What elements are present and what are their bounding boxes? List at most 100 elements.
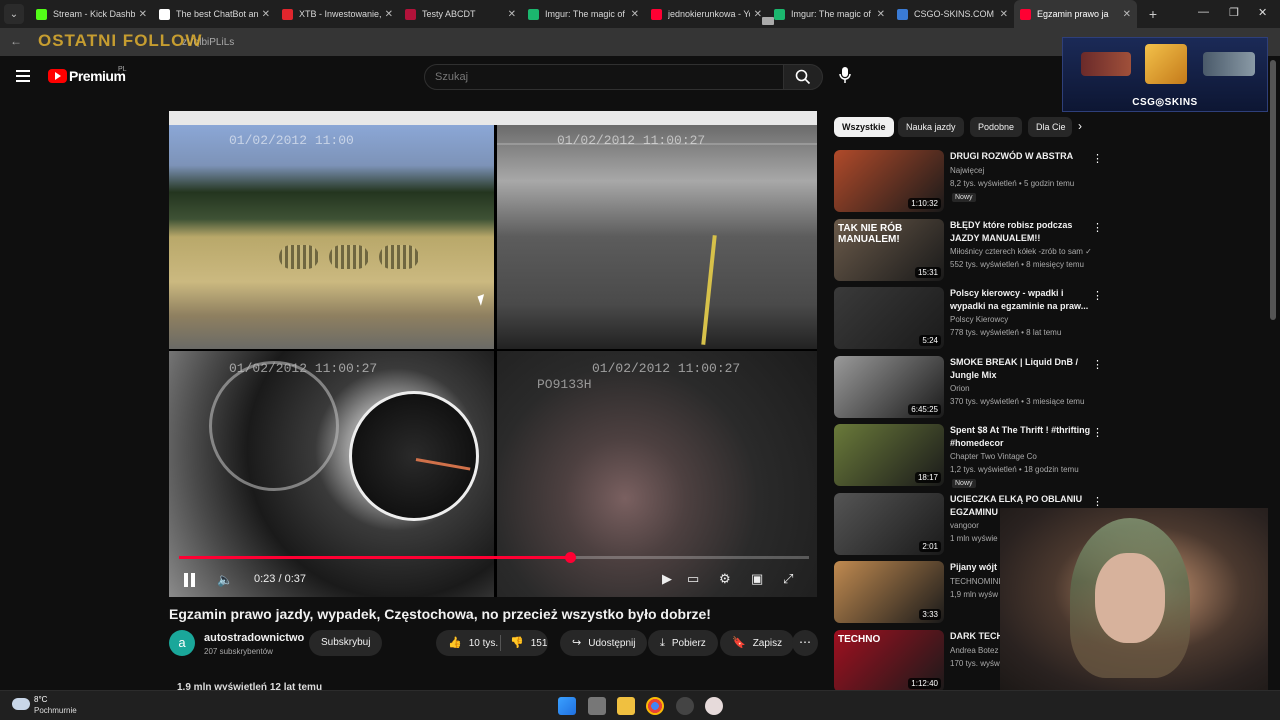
browser-tab[interactable]: The best ChatBot and ✕ <box>153 0 276 28</box>
autoplay-toggle-icon[interactable]: ▶ <box>662 571 672 587</box>
dislike-button[interactable]: 👎 151 <box>506 630 551 656</box>
obs-icon[interactable] <box>676 697 694 715</box>
recommended-video[interactable]: TAK NIE RÓB MANUALEM! 15:31 BŁĘDY które ro… <box>834 218 1104 283</box>
keyboard-icon[interactable] <box>762 17 774 25</box>
tab-close-icon[interactable]: ✕ <box>631 9 639 20</box>
osd-timestamp-1: 01/02/2012 11:00 <box>229 133 354 148</box>
video-thumbnail[interactable]: TAK NIE RÓB MANUALEM! 15:31 <box>834 218 944 281</box>
channel-name[interactable]: autostradownictwo <box>204 632 304 644</box>
video-player[interactable]: 01/02/2012 11:00 01/02/2012 11:00:27 01/… <box>169 111 817 597</box>
tab-close-icon[interactable]: ✕ <box>262 9 270 20</box>
recommended-channel[interactable]: Najwięcej <box>950 166 984 175</box>
recommended-title[interactable]: Spent $8 At The Thrift ! #thrifting #hom… <box>950 424 1092 450</box>
recommended-meta: 370 tys. wyświetleń • 3 miesiące temu <box>950 396 1085 406</box>
recommended-channel[interactable]: Miłośnicy czterech kółek -zrób to sam ✓ <box>950 247 1092 256</box>
theater-mode-icon[interactable]: ▣ <box>751 571 763 587</box>
voice-search-button[interactable] <box>838 66 858 88</box>
recommended-title[interactable]: SMOKE BREAK | Liquid DnB / Jungle Mix <box>950 356 1092 382</box>
windows-start-icon[interactable] <box>558 697 576 715</box>
weather-temperature[interactable]: 8°C <box>34 695 47 704</box>
tab-close-icon[interactable]: ✕ <box>508 9 516 20</box>
browser-tab[interactable]: jednokierunkowa - Yo ✕ <box>645 0 768 28</box>
kebab-menu-icon[interactable]: ⋮ <box>1092 289 1103 302</box>
tab-close-icon[interactable]: ✕ <box>139 9 147 20</box>
filter-chip[interactable]: Wszystkie <box>834 117 894 137</box>
video-thumbnail[interactable]: 3:33 <box>834 561 944 623</box>
search-button[interactable] <box>783 64 823 90</box>
minimize-icon[interactable]: — <box>1198 6 1209 18</box>
recommended-channel[interactable]: Andrea Botez <box>950 646 998 655</box>
tab-search-icon[interactable]: ⌄ <box>4 4 24 24</box>
app-icon[interactable] <box>705 697 723 715</box>
tab-close-icon[interactable]: ✕ <box>1123 9 1131 20</box>
search-input[interactable]: Szukaj <box>424 64 784 90</box>
page-scrollbar[interactable] <box>1270 60 1276 320</box>
tab-close-icon[interactable]: ✕ <box>385 9 393 20</box>
kebab-menu-icon[interactable]: ⋮ <box>1092 152 1103 165</box>
browser-tab[interactable]: CSGO-SKINS.COM - N ✕ <box>891 0 1014 28</box>
kebab-menu-icon[interactable]: ⋮ <box>1092 495 1103 508</box>
browser-tab[interactable]: XTB - Inwestowanie, t ✕ <box>276 0 399 28</box>
recommended-title[interactable]: BŁĘDY które robisz podczas JAZDY MANUALE… <box>950 219 1092 245</box>
browser-tab[interactable]: Stream - Kick Dashbo ✕ <box>30 0 153 28</box>
cloud-icon[interactable] <box>12 698 30 710</box>
recommended-video[interactable]: 5:24 Polscy kierowcy - wpadki i wypadki n… <box>834 287 1104 351</box>
video-thumbnail[interactable]: TECHNO 1:12:40 <box>834 629 944 692</box>
recommended-channel[interactable]: Chapter Two Vintage Co <box>950 452 1037 461</box>
task-view-icon[interactable] <box>588 697 606 715</box>
browser-tab[interactable]: Imgur: The magic of t ✕ <box>522 0 645 28</box>
video-thumbnail[interactable]: 18:17 <box>834 424 944 486</box>
video-thumbnail[interactable]: 5:24 <box>834 287 944 349</box>
browser-tab[interactable]: Imgur: The magic of t ✕ <box>768 0 891 28</box>
browser-tab[interactable]: Egzamin prawo ja ✕ <box>1014 0 1137 28</box>
recommended-video[interactable]: 18:17 Spent $8 At The Thrift ! #thrifting… <box>834 424 1104 488</box>
channel-avatar[interactable]: a <box>169 630 195 656</box>
browser-tab[interactable]: Testy ABCDT ✕ <box>399 0 522 28</box>
kebab-menu-icon[interactable]: ⋮ <box>1092 358 1103 371</box>
recommended-title[interactable]: Polscy kierowcy - wpadki i wypadki na eg… <box>950 287 1092 313</box>
more-actions-icon[interactable]: ⋯ <box>792 630 818 656</box>
back-icon[interactable]: ← <box>10 34 22 48</box>
menu-icon[interactable] <box>16 70 30 82</box>
tab-close-icon[interactable]: ✕ <box>754 9 762 20</box>
filter-chip[interactable]: Dla Cie <box>1028 117 1072 137</box>
volume-icon[interactable]: 🔈 <box>217 572 233 588</box>
share-button[interactable]: ↪ Udostępnij <box>560 630 648 656</box>
video-thumbnail[interactable]: 6:45:25 <box>834 355 944 418</box>
tab-close-icon[interactable]: ✕ <box>1000 9 1008 20</box>
youtube-premium-logo[interactable]: Premium <box>69 68 126 84</box>
like-button[interactable]: 👍 10 tys. <box>448 637 498 649</box>
download-button[interactable]: ⤓ Pobierz <box>648 630 718 656</box>
new-tab-button[interactable]: + <box>1143 6 1163 22</box>
recommended-video[interactable]: 1:10:32 DRUGI ROZWÓD W ABSTRA Najwięcej 8,2… <box>834 150 1104 214</box>
restore-icon[interactable]: ❐ <box>1229 6 1239 19</box>
wall-pattern <box>279 245 479 275</box>
video-progress-bar[interactable] <box>179 552 809 563</box>
pause-icon[interactable] <box>184 573 196 587</box>
recommended-title[interactable]: DRUGI ROZWÓD W ABSTRA <box>950 150 1092 163</box>
recommended-channel[interactable]: vangoor <box>950 521 979 530</box>
chrome-icon[interactable] <box>646 697 664 715</box>
subscribe-button[interactable]: Subskrybuj <box>309 630 383 656</box>
recommended-video[interactable]: 6:45:25 SMOKE BREAK | Liquid DnB / Jungle… <box>834 355 1104 420</box>
video-thumbnail[interactable]: 2:01 <box>834 492 944 555</box>
chevron-right-icon[interactable]: › <box>1078 119 1082 133</box>
weather-description[interactable]: Pochmurnie <box>34 706 77 715</box>
kebab-menu-icon[interactable]: ⋮ <box>1092 426 1103 439</box>
filter-chip[interactable]: Nauka jazdy <box>898 117 964 137</box>
subtitles-icon[interactable]: ▭ <box>687 571 699 587</box>
tab-close-icon[interactable]: ✕ <box>877 9 885 20</box>
file-explorer-icon[interactable] <box>617 697 635 715</box>
youtube-logo-icon[interactable] <box>48 69 67 83</box>
fullscreen-icon[interactable]: ⤢ <box>783 571 793 587</box>
close-window-icon[interactable]: ✕ <box>1258 6 1267 19</box>
video-progress-handle[interactable] <box>564 552 576 563</box>
settings-gear-icon[interactable]: ⚙ <box>719 571 731 587</box>
recommended-channel[interactable]: Orion <box>950 384 970 393</box>
kebab-menu-icon[interactable]: ⋮ <box>1092 221 1103 234</box>
save-button[interactable]: 🔖 Zapisz <box>720 630 795 656</box>
recommended-channel[interactable]: TECHNOMINI <box>950 577 1001 586</box>
filter-chip[interactable]: Podobne <box>970 117 1023 137</box>
video-thumbnail[interactable]: 1:10:32 <box>834 150 944 212</box>
recommended-channel[interactable]: Polscy Kierowcy <box>950 315 1008 324</box>
